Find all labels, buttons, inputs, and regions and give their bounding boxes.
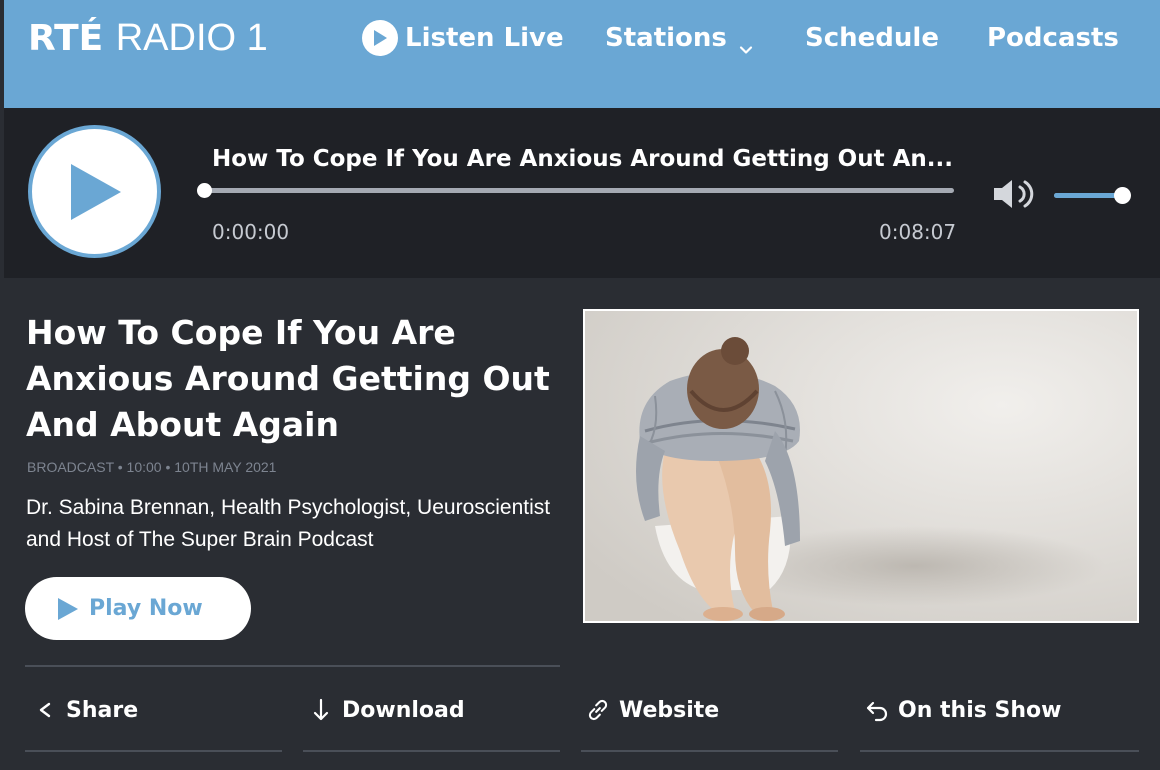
time-elapsed: 0:00:00 — [212, 220, 290, 244]
return-arrow-icon — [864, 697, 890, 723]
progress-bar[interactable] — [197, 183, 954, 198]
download-button[interactable]: Download — [308, 690, 465, 730]
player-track-title: How To Cope If You Are Anxious Around Ge… — [212, 146, 953, 172]
on-this-show-underline — [860, 750, 1139, 752]
episode-description: Dr. Sabina Brennan, Health Psychologist,… — [26, 496, 551, 551]
share-label: Share — [66, 697, 139, 723]
volume-icon[interactable] — [992, 174, 1038, 214]
audio-player: How To Cope If You Are Anxious Around Ge… — [4, 108, 1160, 278]
logo-radio-text: RADIO 1 — [115, 17, 268, 59]
share-icon — [32, 697, 58, 723]
nav-listen-live-label: Listen Live — [405, 23, 564, 53]
logo-rte-text: RTÉ — [28, 18, 104, 59]
nav-stations-label: Stations — [605, 23, 727, 53]
nav-schedule[interactable]: Schedule — [805, 20, 939, 56]
top-navigation: RTÉ RADIO 1 Listen Live Stations Schedul… — [4, 0, 1160, 108]
nav-schedule-label: Schedule — [805, 23, 939, 53]
download-label: Download — [342, 697, 465, 723]
nav-podcasts-label: Podcasts — [987, 23, 1119, 53]
download-icon — [308, 697, 334, 723]
broadcast-meta: BROADCAST • 10:00 • 10TH MAY 2021 — [27, 459, 277, 475]
listen-live-play-icon — [362, 20, 398, 56]
chevron-down-icon — [739, 31, 753, 54]
volume-handle[interactable] — [1114, 187, 1131, 204]
player-play-button[interactable] — [28, 125, 161, 258]
actions-divider — [25, 665, 560, 667]
link-icon — [585, 697, 611, 723]
nav-stations-dropdown[interactable]: Stations — [605, 20, 753, 56]
website-label: Website — [619, 697, 720, 723]
volume-fill — [1054, 193, 1122, 198]
nav-listen-live[interactable]: Listen Live — [362, 20, 564, 56]
episode-image — [583, 309, 1139, 623]
on-this-show-label: On this Show — [898, 697, 1062, 723]
website-underline — [581, 750, 838, 752]
on-this-show-link[interactable]: On this Show — [864, 690, 1061, 730]
nav-podcasts[interactable]: Podcasts — [987, 20, 1119, 56]
share-underline — [25, 750, 282, 752]
time-total: 0:08:07 — [879, 220, 957, 244]
rte-radio-1-logo[interactable]: RTÉ RADIO 1 — [28, 16, 268, 61]
website-link[interactable]: Website — [585, 690, 719, 730]
share-button[interactable]: Share — [32, 690, 138, 730]
progress-handle[interactable] — [197, 183, 212, 198]
play-icon — [70, 163, 121, 220]
episode-title: How To Cope If You Are Anxious Around Ge… — [26, 313, 550, 444]
volume-slider[interactable] — [1054, 187, 1131, 204]
play-now-label: Play Now — [89, 596, 203, 621]
play-icon — [58, 597, 78, 620]
play-now-button[interactable]: Play Now — [25, 577, 251, 640]
download-underline — [303, 750, 560, 752]
